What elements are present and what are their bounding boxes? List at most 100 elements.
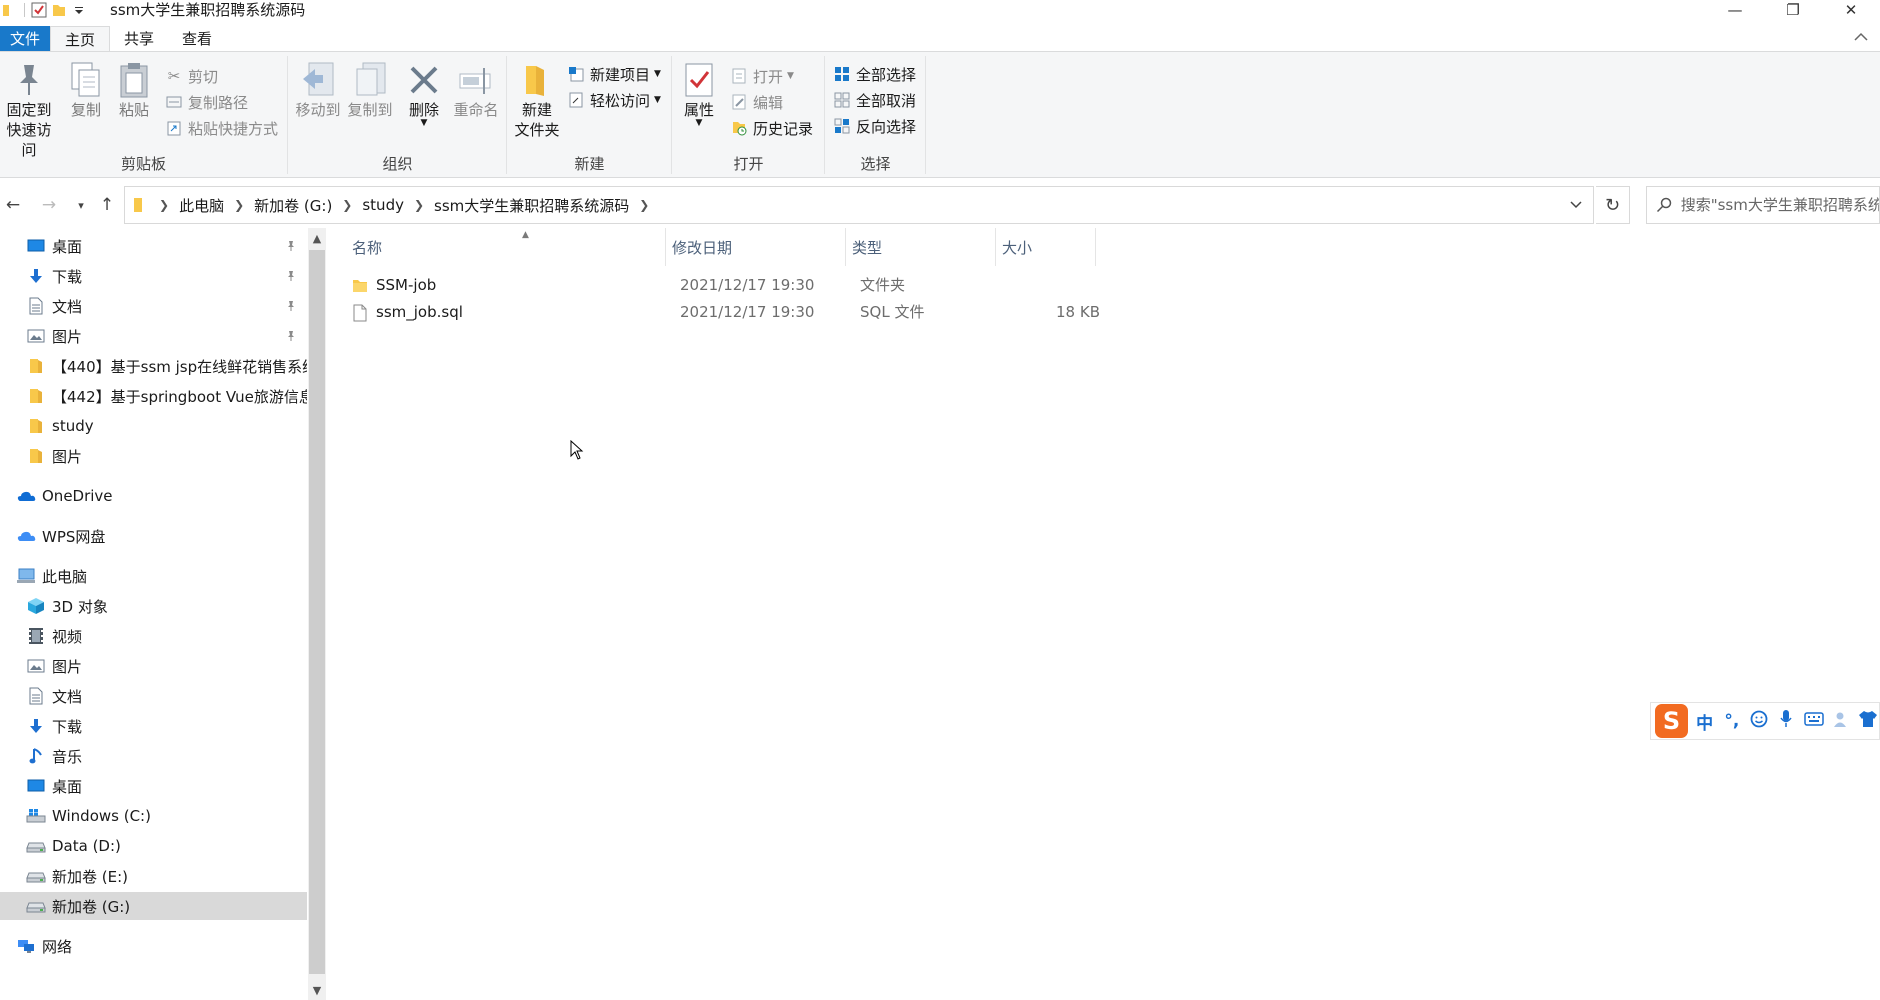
refresh-icon[interactable]: ↻ (1596, 186, 1630, 224)
column-header-modified[interactable]: 修改日期 (666, 228, 846, 266)
customize-toolbar-icon[interactable] (69, 1, 89, 19)
recent-locations-chevron-icon[interactable]: ▾ (70, 194, 92, 216)
nav-item-wps[interactable]: WPS网盘 (0, 522, 307, 550)
nav-item-this-pc[interactable]: 此电脑 (0, 562, 307, 590)
up-arrow-icon[interactable]: ↑ (96, 194, 118, 216)
nav-item-this-pc-child[interactable]: 图片 (0, 652, 307, 680)
properties-button[interactable]: 属性 ▼ (677, 60, 721, 128)
rename-button[interactable]: 重命名 (449, 60, 503, 120)
breadcrumb-separator-icon[interactable]: ❯ (633, 198, 655, 212)
microphone-icon[interactable] (1776, 709, 1797, 734)
collapse-ribbon-icon[interactable] (1854, 30, 1868, 46)
nav-item-quick-access[interactable]: 图片 (0, 322, 307, 350)
breadcrumb-separator-icon[interactable]: ❯ (336, 198, 358, 212)
tab-share[interactable]: 共享 (110, 26, 168, 52)
select-none-button[interactable]: 全部取消 (832, 88, 916, 112)
history-icon (729, 118, 749, 138)
skin-shirt-icon[interactable] (1858, 710, 1879, 733)
nav-item-this-pc-child[interactable]: 音乐 (0, 742, 307, 770)
edit-button[interactable]: 编辑 (729, 90, 783, 114)
breadcrumb-this-pc[interactable]: 此电脑 (175, 195, 228, 216)
easy-access-button[interactable]: 轻松访问 ▼ (566, 88, 661, 112)
nav-scrollbar[interactable]: ▲ ▼ (308, 228, 326, 1000)
ime-punctuation-toggle[interactable]: °, (1721, 711, 1742, 731)
breadcrumb-drive-g[interactable]: 新加卷 (G:) (250, 195, 336, 216)
breadcrumb-study[interactable]: study (358, 196, 408, 214)
delete-button[interactable]: 删除 ▼ (401, 60, 447, 128)
nav-item-onedrive[interactable]: OneDrive (0, 482, 307, 510)
new-folder-quick-icon[interactable] (49, 1, 69, 19)
history-button[interactable]: 历史记录 (729, 116, 813, 140)
nav-item-this-pc-child[interactable]: 视频 (0, 622, 307, 650)
new-item-button[interactable]: 新建项目 ▼ (566, 62, 661, 86)
nav-item-quick-access[interactable]: 桌面 (0, 232, 307, 260)
user-icon[interactable] (1830, 710, 1851, 733)
breadcrumb-current-folder[interactable]: ssm大学生兼职招聘系统源码 (430, 195, 633, 216)
file-type: 文件夹 (860, 276, 906, 294)
nav-item-quick-access[interactable]: 文档 (0, 292, 307, 320)
nav-item-quick-access[interactable]: study (0, 412, 307, 440)
keyboard-icon[interactable] (1803, 711, 1824, 731)
properties-quick-icon[interactable] (29, 1, 49, 19)
scroll-down-icon[interactable]: ▼ (308, 980, 326, 1000)
copy-to-button[interactable]: 复制到 (345, 60, 395, 120)
copy-button[interactable]: 复制 (66, 60, 106, 120)
column-header-name[interactable]: 名称 ▲ (346, 228, 666, 266)
nav-item-this-pc-child[interactable]: 下载 (0, 712, 307, 740)
delete-dropdown-icon[interactable]: ▼ (421, 119, 428, 128)
tab-view[interactable]: 查看 (168, 26, 226, 52)
nav-item-this-pc-child[interactable]: Windows (C:) (0, 802, 307, 830)
nav-item-this-pc-child[interactable]: 新加卷 (E:) (0, 862, 307, 890)
pin-to-quick-access-button[interactable]: 固定到 快速访问 (0, 60, 58, 160)
nav-item-quick-access[interactable]: 【440】基于ssm jsp在线鲜花销售系统 (0, 352, 307, 380)
copy-path-icon (164, 92, 184, 112)
nav-item-network[interactable]: 网络 (0, 932, 307, 960)
tab-home[interactable]: 主页 (50, 26, 111, 52)
nav-item-quick-access[interactable]: 图片 (0, 442, 307, 470)
nav-item-label: 下载 (52, 717, 83, 736)
ime-mode-toggle[interactable]: 中 (1694, 709, 1715, 734)
nav-item-this-pc-child[interactable]: 文档 (0, 682, 307, 710)
properties-dropdown-icon[interactable]: ▼ (696, 119, 703, 128)
back-arrow-icon[interactable]: ← (2, 194, 24, 216)
nav-item-this-pc-child[interactable]: Data (D:) (0, 832, 307, 860)
tab-file[interactable]: 文件 (0, 26, 50, 52)
delete-label: 删除 (408, 101, 439, 119)
open-button[interactable]: 打开 ▼ (729, 64, 794, 88)
copy-label: 复制 (70, 101, 101, 119)
copy-path-button[interactable]: 复制路径 (164, 90, 248, 114)
move-to-button[interactable]: 移动到 (293, 60, 343, 120)
invert-selection-button[interactable]: 反向选择 (832, 114, 916, 138)
column-header-type[interactable]: 类型 (846, 228, 996, 266)
nav-item-quick-access[interactable]: 【442】基于springboot Vue旅游信息 (0, 382, 307, 410)
document-icon (26, 686, 46, 706)
emoji-icon[interactable] (1749, 710, 1770, 733)
breadcrumb-separator-icon[interactable]: ❯ (153, 198, 175, 212)
column-header-size[interactable]: 大小 (996, 228, 1096, 266)
address-history-chevron-icon[interactable] (1559, 187, 1593, 223)
sogou-logo-icon[interactable]: S (1655, 704, 1688, 738)
address-bar[interactable]: ❯ 此电脑 ❯ 新加卷 (G:) ❯ study ❯ ssm大学生兼职招聘系统源… (124, 186, 1594, 224)
nav-item-this-pc-child[interactable]: 桌面 (0, 772, 307, 800)
search-box[interactable] (1646, 186, 1880, 224)
nav-item-this-pc-child[interactable]: 新加卷 (G:) (0, 892, 307, 920)
forward-arrow-icon[interactable]: → (38, 194, 60, 216)
search-input[interactable] (1680, 196, 1879, 214)
maximize-button[interactable]: ❐ (1764, 0, 1822, 20)
scrollbar-thumb[interactable] (309, 250, 325, 974)
table-row[interactable]: ssm_job.sql 2021/12/17 19:30 SQL 文件 18 K… (350, 299, 1100, 325)
close-button[interactable]: ✕ (1822, 0, 1880, 20)
breadcrumb-separator-icon[interactable]: ❯ (408, 198, 430, 212)
nav-item-this-pc-child[interactable]: 3D 对象 (0, 592, 307, 620)
new-folder-button[interactable]: 新建 文件夹 (512, 60, 562, 140)
table-row[interactable]: SSM-job 2021/12/17 19:30 文件夹 (350, 272, 1080, 298)
paste-button[interactable]: 粘贴 (114, 60, 154, 120)
scroll-up-icon[interactable]: ▲ (308, 228, 326, 248)
select-all-button[interactable]: 全部选择 (832, 62, 916, 86)
select-all-label: 全部选择 (856, 65, 917, 84)
nav-item-quick-access[interactable]: 下载 (0, 262, 307, 290)
paste-shortcut-button[interactable]: 粘贴快捷方式 (164, 116, 278, 140)
minimize-button[interactable]: — (1706, 0, 1764, 20)
breadcrumb-separator-icon[interactable]: ❯ (228, 198, 250, 212)
cut-button[interactable]: ✂ 剪切 (164, 64, 218, 88)
